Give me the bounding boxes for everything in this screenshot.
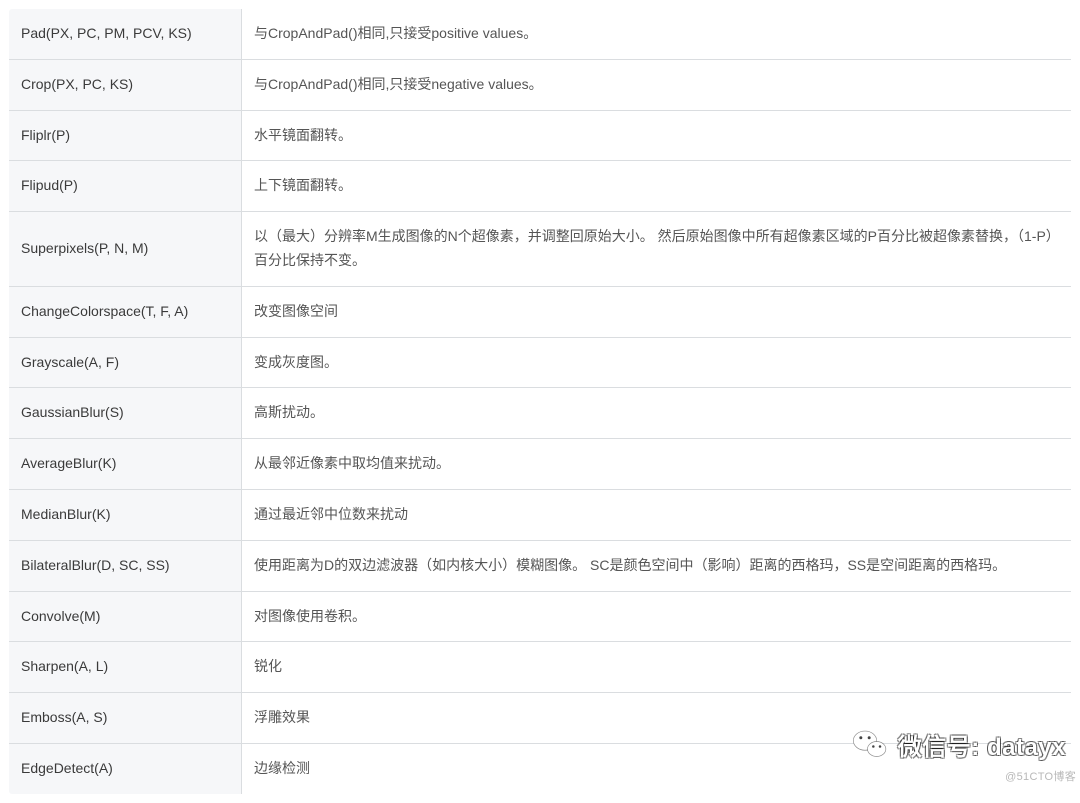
function-name-cell: MedianBlur(K) <box>9 489 242 540</box>
credit-text: @51CTO博客 <box>1005 768 1076 784</box>
function-name-cell: Grayscale(A, F) <box>9 337 242 388</box>
table-row: Emboss(A, S)浮雕效果 <box>9 693 1072 744</box>
table-row: GaussianBlur(S)高斯扰动。 <box>9 388 1072 439</box>
table-row: Grayscale(A, F)变成灰度图。 <box>9 337 1072 388</box>
function-desc-cell: 改变图像空间 <box>242 286 1072 337</box>
function-name-cell: Pad(PX, PC, PM, PCV, KS) <box>9 9 242 60</box>
table-row: Flipud(P)上下镜面翻转。 <box>9 161 1072 212</box>
table-row: ChangeColorspace(T, F, A)改变图像空间 <box>9 286 1072 337</box>
function-name-cell: AverageBlur(K) <box>9 439 242 490</box>
function-desc-cell: 边缘检测 <box>242 743 1072 794</box>
function-desc-cell: 水平镜面翻转。 <box>242 110 1072 161</box>
function-desc-cell: 使用距离为D的双边滤波器（如内核大小）模糊图像。 SC是颜色空间中（影响）距离的… <box>242 540 1072 591</box>
function-desc-cell: 上下镜面翻转。 <box>242 161 1072 212</box>
table-row: EdgeDetect(A)边缘检测 <box>9 743 1072 794</box>
table-row: AverageBlur(K)从最邻近像素中取均值来扰动。 <box>9 439 1072 490</box>
table-row: MedianBlur(K)通过最近邻中位数来扰动 <box>9 489 1072 540</box>
table-row: Fliplr(P)水平镜面翻转。 <box>9 110 1072 161</box>
function-name-cell: ChangeColorspace(T, F, A) <box>9 286 242 337</box>
table-row: BilateralBlur(D, SC, SS)使用距离为D的双边滤波器（如内核… <box>9 540 1072 591</box>
function-name-cell: BilateralBlur(D, SC, SS) <box>9 540 242 591</box>
table-row: Pad(PX, PC, PM, PCV, KS)与CropAndPad()相同,… <box>9 9 1072 60</box>
table-row: Superpixels(P, N, M)以（最大）分辨率M生成图像的N个超像素，… <box>9 212 1072 287</box>
table-row: Convolve(M)对图像使用卷积。 <box>9 591 1072 642</box>
function-desc-cell: 从最邻近像素中取均值来扰动。 <box>242 439 1072 490</box>
function-name-cell: EdgeDetect(A) <box>9 743 242 794</box>
function-desc-cell: 变成灰度图。 <box>242 337 1072 388</box>
table-row: Sharpen(A, L)锐化 <box>9 642 1072 693</box>
function-name-cell: Superpixels(P, N, M) <box>9 212 242 287</box>
function-desc-cell: 通过最近邻中位数来扰动 <box>242 489 1072 540</box>
function-desc-cell: 对图像使用卷积。 <box>242 591 1072 642</box>
function-desc-cell: 锐化 <box>242 642 1072 693</box>
function-desc-cell: 与CropAndPad()相同,只接受negative values。 <box>242 59 1072 110</box>
function-name-cell: Convolve(M) <box>9 591 242 642</box>
function-name-cell: Crop(PX, PC, KS) <box>9 59 242 110</box>
function-name-cell: Flipud(P) <box>9 161 242 212</box>
function-name-cell: Sharpen(A, L) <box>9 642 242 693</box>
function-name-cell: Fliplr(P) <box>9 110 242 161</box>
function-table-wrap: Pad(PX, PC, PM, PCV, KS)与CropAndPad()相同,… <box>0 0 1080 803</box>
function-desc-cell: 与CropAndPad()相同,只接受positive values。 <box>242 9 1072 60</box>
function-desc-cell: 高斯扰动。 <box>242 388 1072 439</box>
function-table-body: Pad(PX, PC, PM, PCV, KS)与CropAndPad()相同,… <box>9 9 1072 795</box>
function-name-cell: Emboss(A, S) <box>9 693 242 744</box>
function-desc-cell: 浮雕效果 <box>242 693 1072 744</box>
table-row: Crop(PX, PC, KS)与CropAndPad()相同,只接受negat… <box>9 59 1072 110</box>
function-name-cell: GaussianBlur(S) <box>9 388 242 439</box>
function-desc-cell: 以（最大）分辨率M生成图像的N个超像素，并调整回原始大小。 然后原始图像中所有超… <box>242 212 1072 287</box>
function-table: Pad(PX, PC, PM, PCV, KS)与CropAndPad()相同,… <box>8 8 1072 795</box>
